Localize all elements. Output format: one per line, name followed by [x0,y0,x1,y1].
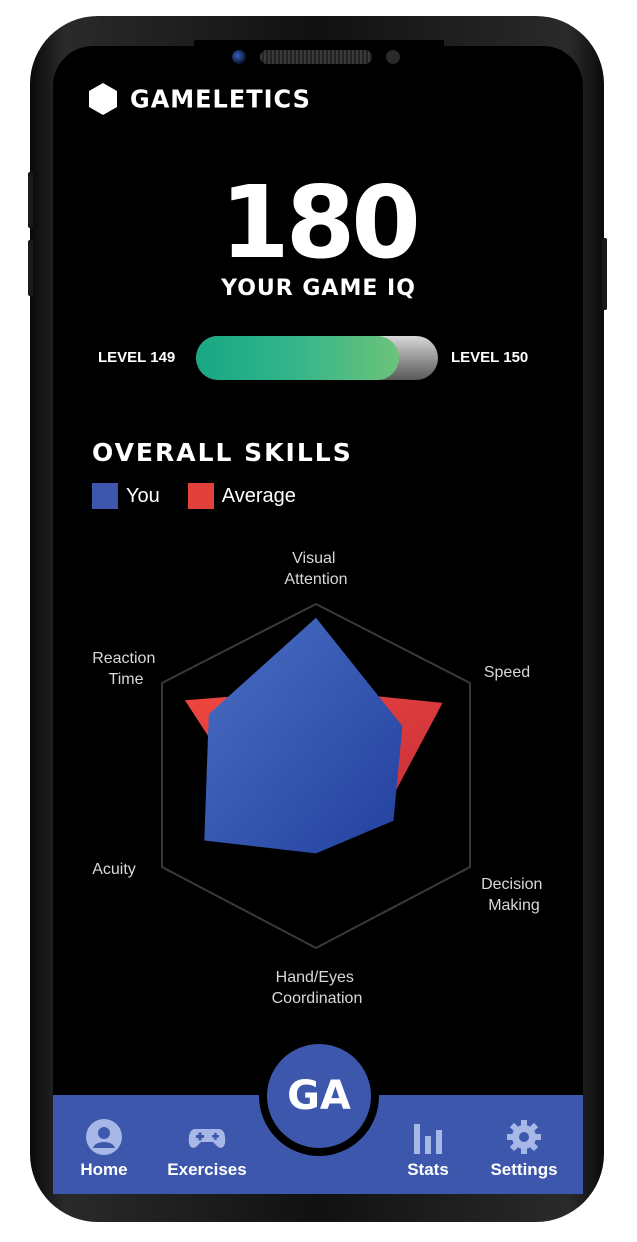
brand-name: GAMELETICS [130,84,311,114]
center-ga-button[interactable]: GA [267,1044,371,1148]
legend-swatch-you [92,483,118,509]
level-progress-bar [196,336,438,380]
nav-settings-label: Settings [490,1160,558,1179]
axis-label-acuity: Acuity [92,861,136,878]
chart-legend: You Average [92,483,324,509]
axis-label-visual-attention: Visual Attention [284,550,347,588]
current-level-label: LEVEL 149 [98,349,176,366]
legend-item-you: You [92,483,160,509]
level-progress-fill [196,336,400,380]
axis-label-reaction-time: Reaction Time [92,650,160,688]
nav-stats-label: Stats [407,1160,449,1179]
center-ga-label: GA [287,1073,351,1119]
nav-exercises-label: Exercises [167,1160,247,1179]
nav-home[interactable]: Home [74,1118,134,1180]
gamepad-icon [188,1129,226,1148]
radar-series-you [204,617,403,854]
front-camera [232,50,246,64]
legend-swatch-average [187,483,214,509]
nav-stats[interactable]: Stats [402,1118,454,1180]
axis-label-hand-eyes: Hand/Eyes Coordination [272,969,363,1007]
legend-label-average: Average [221,484,296,507]
axis-label-decision-making: Decision Making [481,876,547,914]
nav-settings[interactable]: Settings [486,1118,562,1180]
legend-label-you: You [126,484,160,507]
bar-chart-icon [414,1124,442,1154]
skills-radar-chart: Visual Attention Speed Decision Making H… [92,550,547,1007]
game-iq-score: 180 [220,164,421,281]
nav-exercises[interactable]: Exercises [164,1118,250,1180]
gear-icon [507,1120,541,1154]
next-level-label: LEVEL 150 [451,349,529,366]
nav-home-label: Home [80,1160,128,1179]
game-iq-label: YOUR GAME IQ [221,276,416,301]
speaker-grille [260,50,372,64]
skills-title: OVERALL SKILLS [92,438,353,467]
user-icon [86,1119,122,1155]
legend-item-average: Average [187,483,296,509]
hexagon-logo-icon [89,83,117,115]
sensor [386,50,400,64]
axis-label-speed: Speed [484,664,530,681]
brand: GAMELETICS [86,82,311,116]
